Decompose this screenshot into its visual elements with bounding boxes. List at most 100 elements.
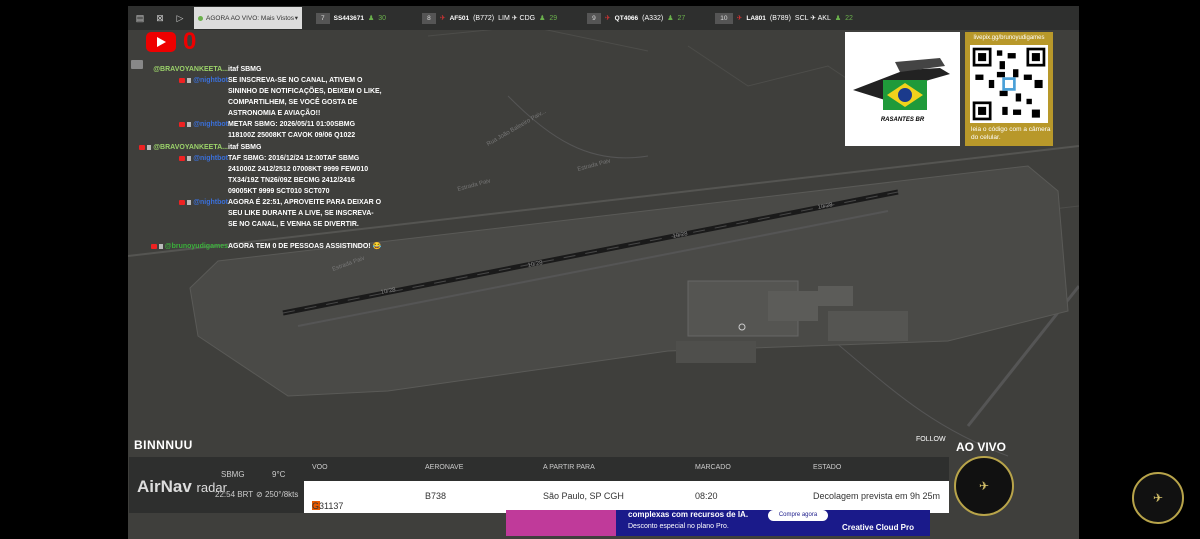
- close-panel-icon[interactable]: ⊠: [152, 10, 168, 26]
- ad-banner[interactable]: complexas com recursos de IA. Desconto e…: [506, 510, 930, 536]
- flight-rank: 9: [587, 12, 601, 24]
- chat-text: METAR SBMG: 2026/05/11 01:00SBMG 118100Z…: [228, 121, 356, 139]
- chat-text: AGORA É 22:51, APROVEITE PARA DEIXAR O S…: [228, 199, 382, 228]
- airnav-logo: AirNav radar: [137, 477, 227, 497]
- ad-product: Creative Cloud Pro: [842, 523, 915, 532]
- flight-code: AF501: [449, 14, 470, 22]
- live-dot-icon: [198, 15, 203, 21]
- aircraft-type: B738: [425, 491, 447, 501]
- donation-qr: livepix.gg/brunoyudigames leia o código …: [965, 32, 1053, 146]
- jet-flag-logo-icon: [853, 58, 950, 110]
- top-toolbar: ▤ ⊠ ▷ AGORA AO VIVO: Mais Vistos ▾ 7 SS4…: [128, 6, 1079, 30]
- ad-headline: complexas com recursos de IA.: [628, 510, 749, 519]
- chat-user: @nightbot: [193, 121, 228, 128]
- youtube-badge-icon: [139, 144, 146, 150]
- chat-text: itaf SBMG: [228, 144, 262, 151]
- chat-user: @nightbot: [193, 199, 228, 206]
- flight-item[interactable]: 10 ✈ LA801 (B789) SCL ✈ AKL ♟ 22: [715, 12, 853, 24]
- viewer-count: 29: [549, 14, 558, 22]
- flight-aircraft: (B772): [473, 14, 495, 22]
- next-icon[interactable]: ▷: [172, 10, 188, 26]
- channel-logo: RASANTES BR: [845, 32, 960, 146]
- airline-icon: ✈: [736, 15, 743, 22]
- chat-text: itaf SBMG: [228, 66, 262, 73]
- qr-code-icon: [970, 45, 1048, 123]
- youtube-badge-icon: [179, 121, 186, 127]
- col-flight: VOO: [312, 464, 328, 471]
- chat-text: AGORA TEM 0 DE PESSOAS ASSISTINDO! 😂: [228, 243, 382, 250]
- flight-code: QT4066: [614, 14, 639, 22]
- logo-text: RASANTES BR: [880, 117, 925, 123]
- flight-rank: 7: [316, 12, 330, 24]
- viewer-count: 27: [677, 14, 686, 22]
- live-label: AGORA AO VIVO:: [206, 14, 260, 22]
- youtube-badge-icon: [179, 199, 186, 205]
- wrench-icon: [147, 144, 152, 150]
- chat-user: @BRAVOYANKEETA...: [153, 144, 228, 151]
- table-row[interactable]: G31137 B738 São Paulo, SP CGH 08:20 Deco…: [304, 481, 949, 513]
- flight-item[interactable]: 7 SS443671 ♟ 30: [316, 12, 387, 24]
- chat-user: @brunoyudigames: [164, 243, 228, 250]
- youtube-badge-icon: [179, 77, 186, 83]
- viewers-icon: ♟: [667, 15, 674, 22]
- live-mode-dropdown[interactable]: AGORA AO VIVO: Mais Vistos ▾: [194, 7, 302, 29]
- chat-user: @nightbot: [193, 77, 228, 84]
- col-scheduled: MARCADO: [695, 464, 731, 471]
- flight-aircraft: (A332): [642, 14, 664, 22]
- stream-title: BINNNUU: [134, 438, 193, 452]
- aircraft-icon: ✈: [1152, 491, 1164, 505]
- flight-item[interactable]: 9 ✈ QT4066 (A332) ♟ 27: [587, 12, 686, 24]
- qr-caption: leia o código com a câmera do celular.: [971, 126, 1051, 141]
- wind-value: 250°/8kts: [264, 490, 299, 499]
- flight-code: LA801: [746, 14, 766, 22]
- airline-icon: ✈: [439, 15, 446, 22]
- camera-icon: [131, 60, 143, 69]
- local-time: 22:54 BRT: [215, 490, 254, 499]
- wind-icon: ⊘: [256, 490, 263, 499]
- aircraft-icon: ✈: [978, 479, 990, 493]
- flight-rank: 10: [715, 12, 733, 24]
- scheduled-time: 08:20: [695, 491, 718, 501]
- col-aircraft: AERONAVE: [425, 464, 464, 471]
- sidebar-toggle-icon[interactable]: ▤: [132, 10, 148, 26]
- flight-route: SCL ✈ AKL: [794, 15, 831, 22]
- wrench-icon: [158, 243, 163, 249]
- airnav-panel: AirNav radar SBMG 22:54 BRT 9°C ⊘ 250°/8…: [129, 457, 949, 513]
- qr-url: livepix.gg/brunoyudigames: [973, 35, 1045, 41]
- ad-image: [506, 510, 616, 536]
- viewer-count: 22: [845, 14, 853, 22]
- follow-label[interactable]: FOLLOW: [916, 436, 946, 443]
- airport-code: SBMG: [221, 470, 245, 479]
- subscriber-count: 0: [183, 28, 197, 55]
- ad-buy-button[interactable]: Compre agora: [768, 510, 828, 521]
- col-status: ESTADO: [813, 464, 842, 471]
- wrench-icon: [187, 121, 192, 127]
- viewers-icon: ♟: [539, 15, 546, 22]
- channel-badge: ✈: [1132, 472, 1184, 524]
- flight-aircraft: (B789): [769, 14, 791, 22]
- ad-subtext: Desconto especial no plano Pro.: [628, 523, 729, 530]
- live-label: AO VIVO: [956, 440, 1007, 454]
- wrench-icon: [187, 155, 192, 161]
- flight-code: SS443671: [333, 14, 364, 22]
- flight-item[interactable]: 8 ✈ AF501 (B772) LIM ✈ CDG ♟ 29: [422, 12, 558, 24]
- airnav-logo-main: AirNav: [137, 477, 192, 496]
- youtube-badge-icon: [179, 155, 186, 161]
- origin: São Paulo, SP CGH: [543, 491, 624, 501]
- channel-badge: ✈: [954, 456, 1014, 516]
- wind: ⊘ 250°/8kts: [256, 490, 298, 499]
- col-from: A PARTIR PARA: [543, 464, 595, 471]
- viewers-icon: ♟: [368, 15, 375, 22]
- flight-rank: 8: [422, 12, 436, 24]
- viewer-count: 30: [378, 14, 387, 22]
- youtube-icon: [146, 32, 176, 52]
- chevron-down-icon: ▾: [294, 15, 298, 22]
- temperature: 9°C: [272, 470, 286, 479]
- wrench-icon: [187, 199, 192, 205]
- wrench-icon: [187, 77, 192, 83]
- viewers-icon: ♟: [834, 15, 842, 22]
- airline-icon: ✈: [604, 15, 611, 22]
- flight-number: G31137: [312, 501, 344, 511]
- live-mode-value: Mais Vistos: [260, 14, 295, 22]
- chat-text: TAF SBMG: 2016/12/24 12:00TAF SBMG 24100…: [228, 155, 369, 195]
